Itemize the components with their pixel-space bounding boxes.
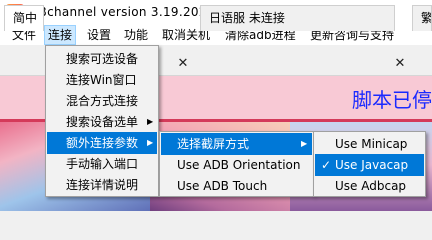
menu-item-label: 连接详情说明 — [66, 178, 139, 192]
close-icon[interactable]: ✕ — [392, 56, 408, 72]
tab-traditional-chinese[interactable]: 繁 — [412, 5, 432, 31]
menu-item-manual-port[interactable]: 手动输入端口 — [47, 153, 157, 175]
tab-label: 繁 — [421, 11, 432, 25]
menu-item-mixed-connect[interactable]: 混合方式连接 — [47, 90, 157, 112]
menu-item-extra-params[interactable]: 额外连接参数 ▶ — [47, 132, 157, 154]
menu-item-label: 连接Win窗口 — [66, 73, 137, 87]
menu-item-use-adbcap[interactable]: Use Adbcap — [315, 175, 424, 197]
menu-functions[interactable]: 功能 — [121, 25, 151, 45]
submenu-arrow-icon: ▶ — [147, 117, 154, 126]
menu-item-label: 混合方式连接 — [66, 94, 139, 108]
menu-item-label: 搜索设备选单 — [66, 115, 139, 129]
script-status-text: 脚本已停 — [352, 88, 432, 112]
extra-params-submenu: 选择截屏方式 ▶ Use ADB Orientation Use ADB Tou… — [159, 131, 314, 197]
menu-item-label: Use Javacap — [335, 158, 409, 172]
menu-item-label: 额外连接参数 — [66, 136, 139, 150]
menu-item-label: Use ADB Orientation — [177, 158, 301, 172]
menu-item-connect-win-window[interactable]: 连接Win窗口 — [47, 69, 157, 91]
tab-label: 日语服 未连接 — [209, 11, 285, 25]
menu-item-use-javacap[interactable]: ✓ Use Javacap — [315, 154, 424, 176]
tab-simplified-chinese[interactable]: 简中 — [4, 5, 44, 31]
menu-item-label: Use ADB Touch — [177, 179, 268, 193]
tab-japanese-server[interactable]: 日语服 未连接 — [200, 5, 395, 31]
menu-connect[interactable]: 连接 — [44, 25, 77, 45]
menu-item-use-minicap[interactable]: Use Minicap — [315, 133, 424, 155]
menu-item-device-list[interactable]: 搜索设备选单 ▶ — [47, 111, 157, 133]
tab-label: 简中 — [13, 11, 38, 25]
screencap-submenu: Use Minicap ✓ Use Javacap Use Adbcap — [313, 131, 426, 197]
menu-settings[interactable]: 设置 — [84, 25, 114, 45]
menu-item-screencap-method[interactable]: 选择截屏方式 ▶ — [161, 133, 312, 155]
menu-item-label: 手动输入端口 — [66, 157, 139, 171]
submenu-arrow-icon: ▶ — [301, 139, 308, 148]
menu-item-label: 搜索可选设备 — [66, 52, 139, 66]
menu-item-label: Use Adbcap — [335, 179, 407, 193]
close-icon[interactable]: ✕ — [175, 56, 191, 72]
connect-menu: 搜索可选设备 连接Win窗口 混合方式连接 搜索设备选单 ▶ 额外连接参数 ▶ … — [45, 45, 159, 197]
checkmark-icon: ✓ — [321, 158, 332, 172]
menu-item-adb-touch[interactable]: Use ADB Touch — [161, 175, 312, 197]
menu-item-search-devices[interactable]: 搜索可选设备 — [47, 48, 157, 70]
menu-item-adb-orientation[interactable]: Use ADB Orientation — [161, 154, 312, 176]
menu-item-connect-help[interactable]: 连接详情说明 — [47, 174, 157, 196]
menu-item-label: 选择截屏方式 — [177, 137, 250, 151]
menu-item-label: Use Minicap — [335, 137, 408, 151]
submenu-arrow-icon: ▶ — [147, 138, 154, 147]
